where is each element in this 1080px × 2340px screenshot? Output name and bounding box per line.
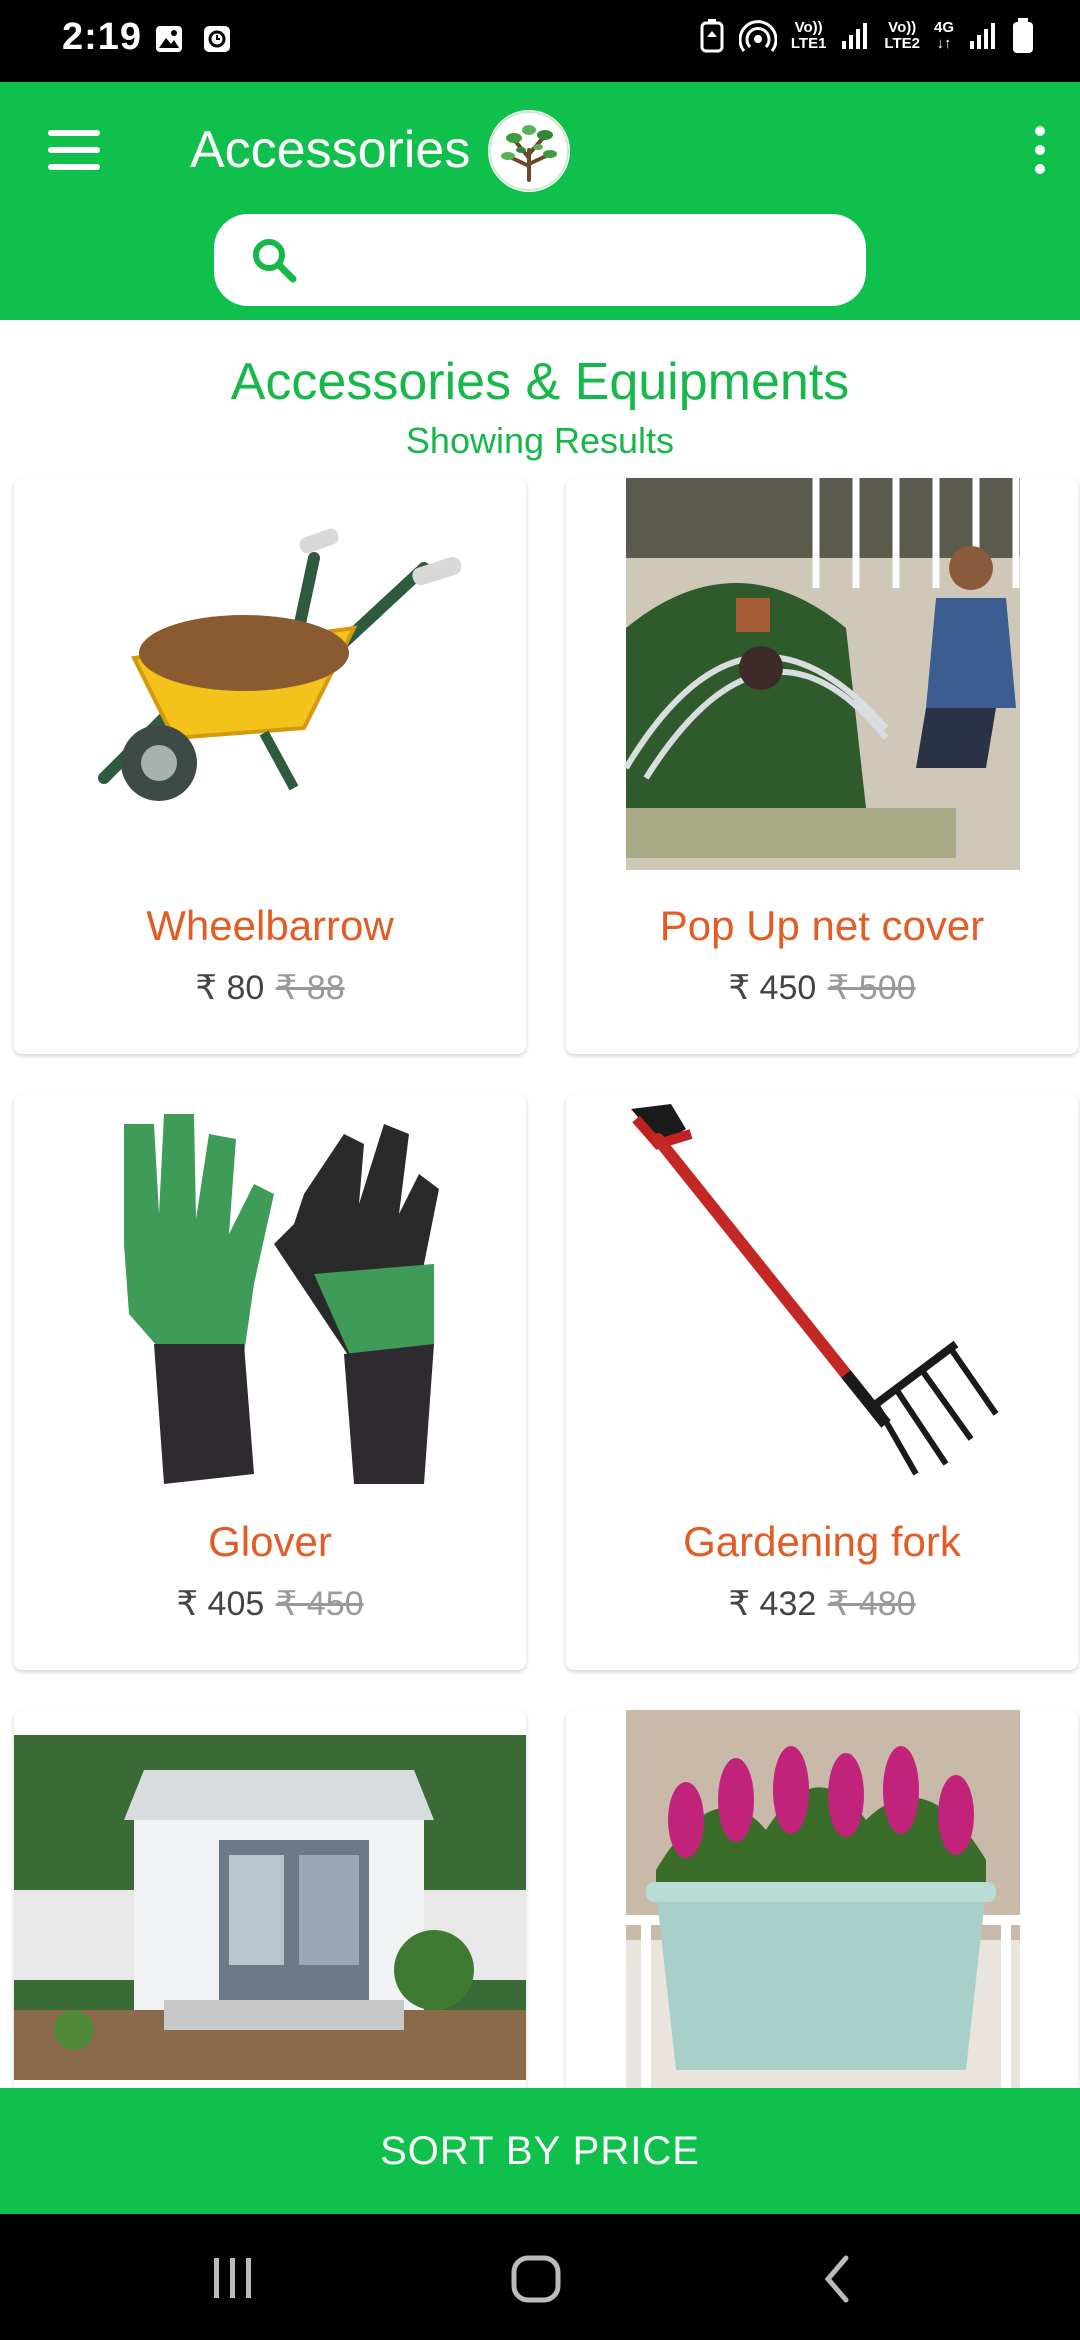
status-indicators: Vo)) LTE1 Vo)) LTE2 4G ↓↑	[699, 18, 1034, 54]
battery-saver-icon	[700, 19, 724, 53]
signal-sim2-icon	[970, 23, 995, 49]
railing-planter-flowers-image	[566, 1710, 1078, 2090]
network-type: 4G ↓↑	[933, 19, 954, 52]
product-price: ₹ 405 ₹ 450	[14, 1584, 526, 1624]
original-price: ₹ 480	[827, 1585, 916, 1623]
original-price: ₹ 500	[827, 969, 916, 1007]
product-price: ₹ 80 ₹ 88	[14, 968, 526, 1008]
sort-by-price-button[interactable]: SORT BY PRICE	[0, 2088, 1080, 2214]
back-icon[interactable]	[820, 2254, 854, 2304]
product-card[interactable]	[14, 1710, 526, 2110]
status-time: 2:19	[62, 16, 143, 58]
app-bar: Accessories	[0, 82, 1080, 320]
home-icon[interactable]	[510, 2254, 562, 2304]
net-cover-garden-bed-image	[566, 478, 1078, 908]
more-vert-icon[interactable]	[1028, 126, 1052, 184]
product-name: Pop Up net cover	[659, 902, 985, 949]
wheelbarrow-image	[14, 478, 526, 908]
sim2-label: Vo)) LTE2	[884, 19, 920, 52]
current-price: ₹ 405	[176, 1585, 265, 1623]
search-bar[interactable]	[214, 214, 866, 306]
product-price: ₹ 432 ₹ 480	[566, 1584, 1078, 1624]
garden-shed-image	[14, 1710, 526, 2090]
product-name: Glover	[208, 1518, 332, 1565]
product-card[interactable]: Wheelbarrow ₹ 80 ₹ 88	[14, 478, 526, 1054]
gardening-gloves-image	[14, 1094, 526, 1524]
hotspot-icon	[738, 20, 777, 52]
sim1-label: Vo)) LTE1	[790, 19, 827, 52]
search-input[interactable]	[314, 228, 834, 292]
current-price: ₹ 450	[728, 969, 817, 1007]
current-price: ₹ 432	[728, 1585, 817, 1623]
status-bar: 2:19 Vo)) LTE1 Vo)) LTE2 4G ↓↑	[0, 0, 1080, 82]
product-card[interactable]: Gardening fork ₹ 432 ₹ 480	[566, 1094, 1078, 1670]
original-price: ₹ 450	[275, 1585, 364, 1623]
gallery-icon	[156, 26, 182, 52]
current-price: ₹ 80	[195, 969, 265, 1007]
section-subtitle: Showing Results	[405, 420, 675, 461]
tree-logo-icon	[488, 110, 570, 192]
section-title: Accessories & Equipments	[230, 353, 850, 411]
page-title: Accessories	[190, 121, 471, 179]
search-icon	[253, 239, 297, 283]
product-card[interactable]: Pop Up net cover ₹ 450 ₹ 500	[566, 478, 1078, 1054]
original-price: ₹ 88	[275, 969, 345, 1007]
product-card[interactable]: Glover ₹ 405 ₹ 450	[14, 1094, 526, 1670]
garden-fork-image	[566, 1094, 1078, 1524]
system-nav-bar	[0, 2214, 1080, 2340]
product-name: Wheelbarrow	[146, 902, 394, 949]
signal-sim1-icon	[842, 23, 868, 49]
battery-icon	[1013, 18, 1033, 53]
product-name: Gardening fork	[683, 1518, 961, 1565]
hamburger-menu-icon[interactable]	[48, 130, 100, 170]
clock-app-icon	[204, 26, 230, 52]
recent-apps-icon[interactable]	[210, 2256, 256, 2300]
product-price: ₹ 450 ₹ 500	[566, 968, 1078, 1008]
product-card[interactable]	[566, 1710, 1078, 2110]
